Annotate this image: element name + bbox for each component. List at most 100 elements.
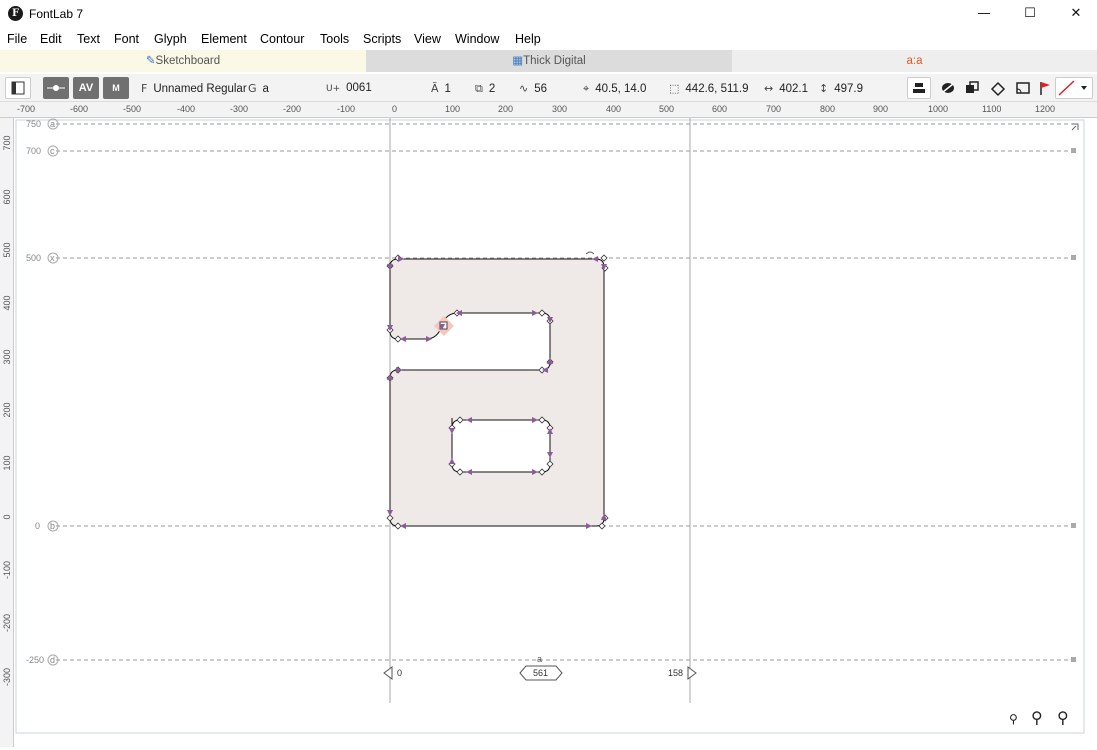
ruler-label: -600 [70, 104, 89, 114]
xheight-tag: x [50, 253, 55, 263]
vertical-ruler[interactable]: 700 600 500 400 300 200 100 0 -100 -200 … [0, 118, 14, 747]
ruler-label: -100 [337, 104, 356, 114]
ascender-tag: a [50, 119, 55, 129]
cast-icon [1016, 82, 1030, 94]
glyph-outline[interactable] [389, 258, 605, 527]
ruler-label: 0 [392, 104, 398, 114]
unicode-field[interactable]: U+ 0061 [326, 82, 372, 94]
menu-file[interactable]: File [7, 32, 27, 46]
sidebar-toggle-button[interactable] [5, 77, 31, 99]
chevron-down-icon [1081, 86, 1087, 90]
minimize-button[interactable]: — [961, 0, 1007, 28]
menu-scripts[interactable]: Scripts [363, 32, 401, 46]
tab-thick-digital[interactable]: ▦Thick Digital [366, 50, 732, 72]
zoom-in-icon[interactable]: ⚲ [1031, 708, 1043, 727]
guide-lock-markers [1071, 148, 1076, 662]
color-dropdown[interactable] [1055, 77, 1093, 99]
ruler-label: 700 [766, 104, 782, 114]
menu-tools[interactable]: Tools [320, 32, 349, 46]
ruler-label: -200 [283, 104, 302, 114]
flag-button[interactable] [1036, 77, 1054, 99]
layers-button[interactable] [962, 77, 982, 99]
stack-icon [913, 83, 925, 93]
position-icon: ⌖ [583, 82, 590, 95]
layers-icon: Ã [431, 82, 439, 95]
tab-glyph-a[interactable]: a:a [732, 50, 1097, 72]
grid-icon: ▦ [512, 55, 524, 67]
menu-contour[interactable]: Contour [260, 32, 304, 46]
menu-text[interactable]: Text [77, 32, 100, 46]
ruler-label: 600 [712, 104, 728, 114]
glyph-canvas[interactable]: 750 a 700 c 500 x 0 b -250 d 0 a 561 158… [14, 118, 1097, 747]
xheight-value: 500 [26, 253, 41, 263]
glyph-name-label: a [537, 654, 542, 664]
ruler-label: 1000 [928, 104, 949, 114]
rsb-value[interactable]: 158 [668, 668, 683, 678]
cap-value: 700 [26, 146, 41, 156]
align-button[interactable] [907, 77, 931, 99]
menu-view[interactable]: View [414, 32, 441, 46]
title-bar: F FontLab 7 — ☐ ✕ [0, 0, 1097, 28]
kerning-button[interactable]: AV [73, 77, 99, 99]
eraser-button[interactable] [938, 77, 958, 99]
corner-handle-icon[interactable] [1071, 123, 1079, 131]
copy-icon [966, 81, 979, 93]
ruler-label: 500 [2, 242, 12, 258]
font-name-field[interactable]: F Unnamed Regular [141, 82, 247, 95]
descender-tag: d [50, 655, 55, 665]
ruler-label: 400 [606, 104, 622, 114]
ruler-label: 900 [873, 104, 889, 114]
maximize-button[interactable]: ☐ [1007, 0, 1053, 28]
contours-count: ⧉ 2 [475, 82, 496, 95]
menu-help[interactable]: Help [515, 32, 541, 46]
ruler-label: 400 [2, 295, 12, 311]
ruler-label: 100 [445, 104, 461, 114]
glyph-name-field[interactable]: Ga [248, 82, 269, 95]
ruler-label: -700 [17, 104, 36, 114]
contours-icon: ⧉ [475, 82, 483, 95]
window-title: FontLab 7 [29, 7, 84, 21]
curve-icon: ∿ [519, 82, 529, 95]
ruler-label: 600 [2, 189, 12, 205]
rsb-marker-icon[interactable] [687, 666, 697, 680]
selection-size-field[interactable]: ⬚ 442.6, 511.9 [669, 82, 749, 95]
ruler-label: 800 [820, 104, 836, 114]
ruler-label: 1200 [1035, 104, 1056, 114]
nodes-count: ∿ 56 [519, 82, 548, 95]
glyph-canvas-svg[interactable]: 750 a 700 c 500 x 0 b -250 d 0 a 561 158 [14, 118, 1097, 747]
ruler-label: 200 [2, 402, 12, 418]
zoom-out-icon[interactable]: ⚲ [1009, 712, 1018, 726]
cap-tag: c [50, 146, 55, 156]
menu-bar: File Edit Text Font Glyph Element Contou… [0, 30, 1097, 50]
pen-icon: ✎ [145, 55, 156, 67]
width-icon: ↔ [764, 82, 774, 95]
lsb-value[interactable]: 0 [397, 668, 402, 678]
glyph-metrics: 0 a 561 158 [383, 654, 697, 681]
metrics-button[interactable]: M [103, 77, 129, 99]
tab-sketchboard[interactable]: ✎Sketchboard [0, 50, 366, 72]
menu-element[interactable]: Element [201, 32, 247, 46]
eraser-icon [942, 83, 954, 93]
advance-width-value[interactable]: 561 [533, 668, 548, 678]
cast-button[interactable] [1013, 77, 1033, 99]
ascender-value: 750 [26, 119, 41, 129]
height-field[interactable]: ↕ 497.9 [819, 82, 863, 95]
zoom-fit-icon[interactable]: ⚲ [1057, 708, 1069, 727]
node-tool-button[interactable] [43, 77, 69, 99]
ruler-label: 200 [498, 104, 514, 114]
menu-glyph[interactable]: Glyph [154, 32, 187, 46]
lsb-marker-icon[interactable] [383, 666, 393, 680]
coordinates-field[interactable]: ⌖ 40.5, 14.0 [583, 82, 646, 96]
menu-window[interactable]: Window [455, 32, 499, 46]
layers-count: Ã1 [431, 82, 451, 95]
baseline-value: 0 [35, 521, 40, 531]
flag-icon [1040, 82, 1050, 95]
ruler-label: 0 [2, 514, 12, 520]
width-field[interactable]: ↔ 402.1 [764, 82, 808, 95]
horizontal-ruler[interactable]: -700 -600 -500 -400 -300 -200 -100 0 100… [0, 102, 1097, 118]
menu-font[interactable]: Font [114, 32, 139, 46]
ruler-label: 1100 [982, 104, 1002, 114]
fill-button[interactable] [988, 77, 1008, 99]
menu-edit[interactable]: Edit [40, 32, 62, 46]
close-button[interactable]: ✕ [1053, 0, 1097, 28]
